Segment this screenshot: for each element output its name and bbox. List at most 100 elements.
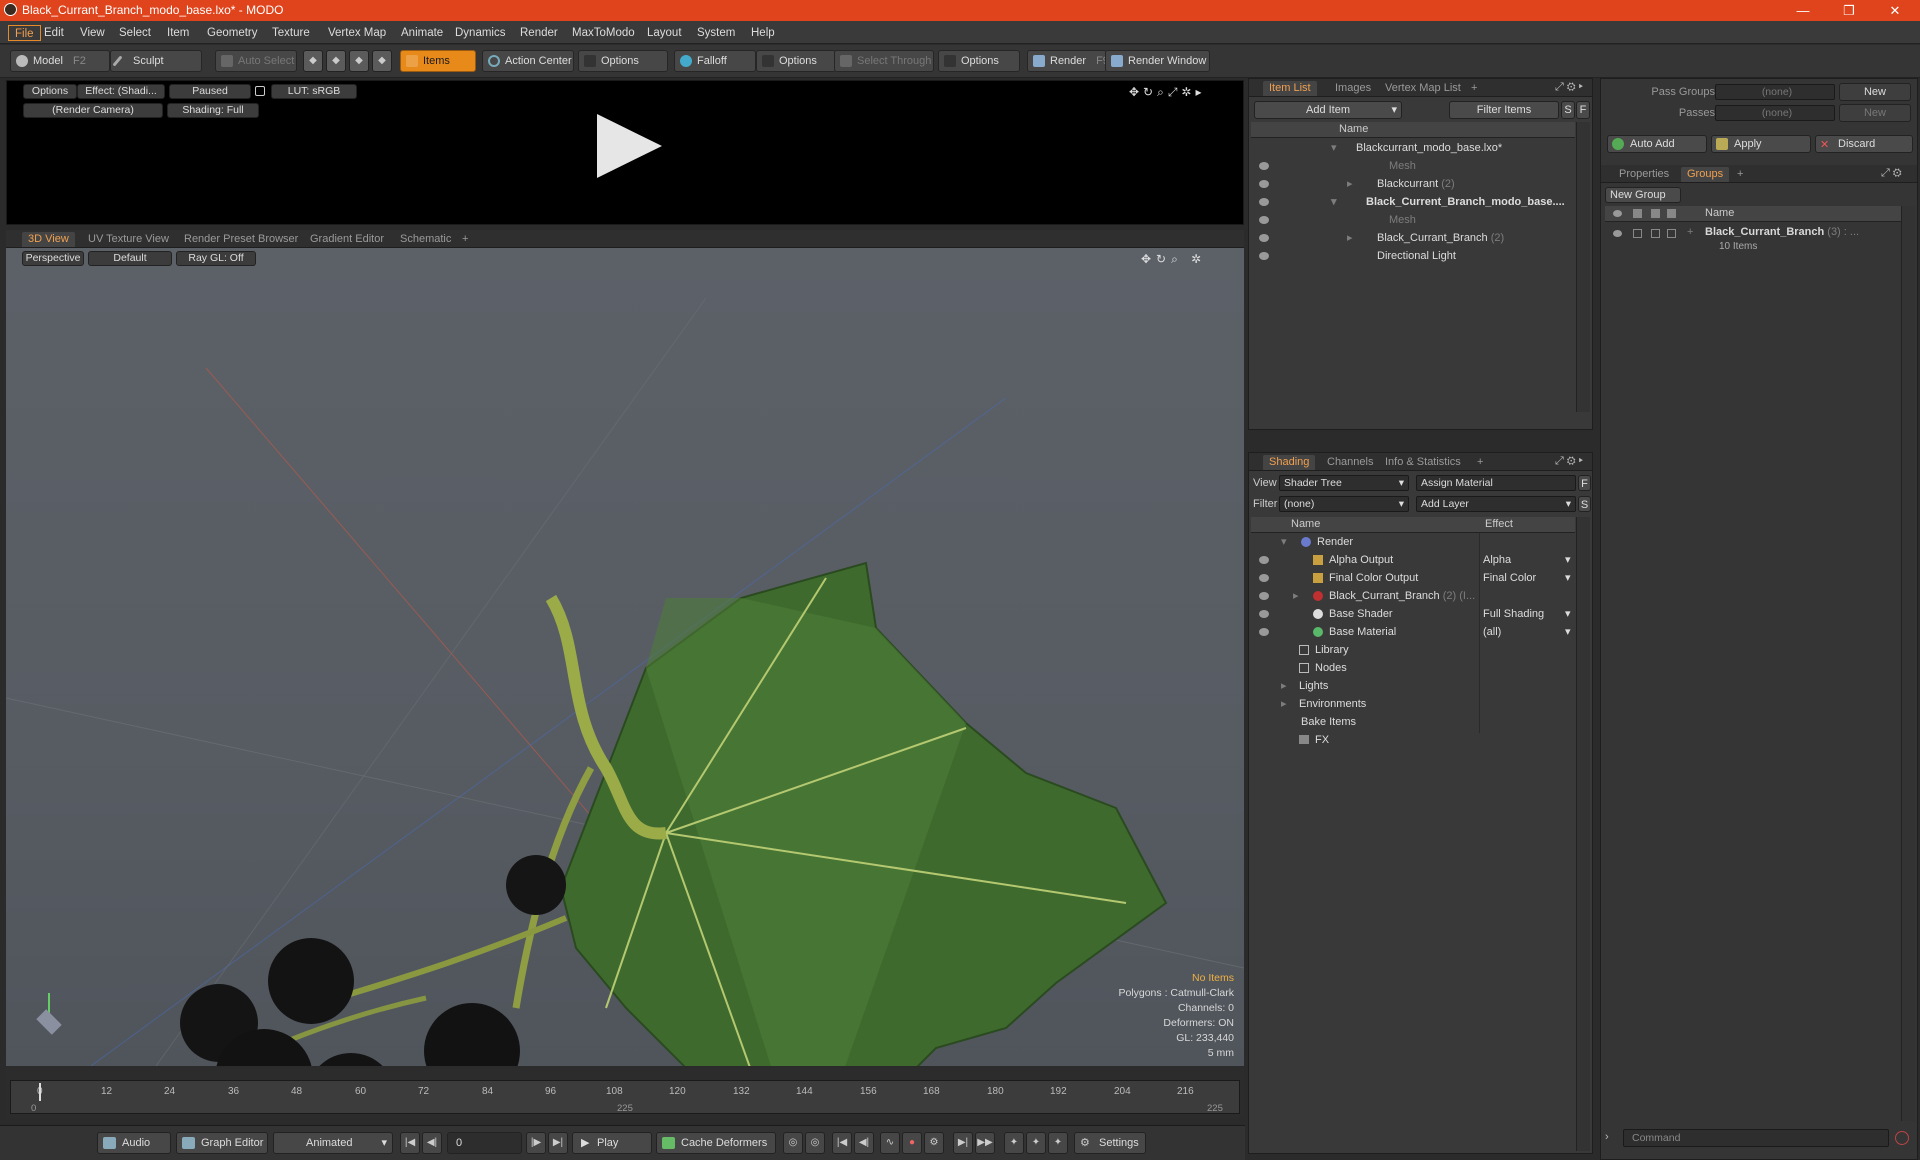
perspective-dropdown[interactable]: Perspective [22,251,84,266]
polygons-mode-icon[interactable]: ◆ [349,50,369,72]
tree-row-mesh[interactable]: Mesh [1251,157,1575,175]
tree-row-branch[interactable]: ▸ Black_Currant_Branch (2) [1251,229,1575,247]
curve-icon[interactable]: ∿ [880,1132,900,1154]
edges-mode-icon[interactable]: ◆ [326,50,346,72]
eye-icon[interactable] [1259,198,1269,206]
tab-images[interactable]: Images [1329,81,1377,96]
preview-effect-dropdown[interactable]: Effect: (Shadi... [77,84,165,99]
auto-key-icon[interactable]: ⚙ [924,1132,944,1154]
menu-item[interactable]: Item [161,25,195,41]
play-button[interactable]: ▶ Play [572,1132,652,1154]
key-all-icon[interactable]: ◎ [805,1132,825,1154]
settings-button[interactable]: ⚙ Settings [1074,1132,1146,1154]
group-row[interactable]: + Black_Currant_Branch (3) : ... 10 Item… [1605,224,1901,256]
command-input[interactable]: Command [1623,1129,1889,1147]
tool-c-icon[interactable]: ✦ [1048,1132,1068,1154]
cache-deformers-button[interactable]: Cache Deformers [656,1132,776,1154]
eye-icon[interactable] [1613,230,1622,237]
viewport-3d[interactable]: Perspective Default Ray GL: Off ✥↻⌕ ✲ No… [6,248,1244,1066]
first-frame-icon[interactable]: |◀ [400,1132,420,1154]
shader-row-bake-items[interactable]: Bake Items [1251,713,1575,731]
new-pass-group-button[interactable]: New [1839,83,1911,101]
select-through-button[interactable]: Select Through [834,50,934,72]
tree-row-scene[interactable]: ▾ Blackcurrant_modo_base.lxo* [1251,139,1575,157]
next-key-icon[interactable]: |▶ [526,1132,546,1154]
effect-value[interactable]: (all) [1483,623,1501,641]
preview-options-button[interactable]: Options [23,84,77,99]
add-layer-dropdown[interactable]: Add Layer ▾ [1416,496,1576,512]
falloff-options-button[interactable]: Options [756,50,836,72]
filter-dropdown[interactable]: (none) ▾ [1279,496,1409,512]
item-s-button[interactable]: S [1561,101,1575,119]
eye-icon[interactable] [1259,180,1269,188]
item-f-button[interactable]: F [1576,101,1590,119]
menu-dynamics[interactable]: Dynamics [449,25,511,41]
add-item-button[interactable]: Add Item ▾ [1254,101,1402,119]
audio-button[interactable]: Audio [97,1132,171,1154]
raygl-dropdown[interactable]: Ray GL: Off [176,251,256,266]
tab-uv-texture-view[interactable]: UV Texture View [82,232,175,247]
lock-icon[interactable] [255,86,265,96]
shader-row-branch-material[interactable]: ▸ Black_Currant_Branch (2) (I... [1251,587,1575,605]
tab-schematic[interactable]: Schematic [394,232,457,247]
add-tab-button[interactable]: + [1471,455,1489,470]
menu-vertex-map[interactable]: Vertex Map [322,25,392,41]
materials-mode-icon[interactable]: ◆ [372,50,392,72]
add-tab-button[interactable]: + [1731,167,1749,182]
tab-channels[interactable]: Channels [1321,455,1379,470]
eye-icon[interactable] [1259,610,1269,618]
select-icon[interactable] [1667,229,1676,238]
camera-dropdown[interactable]: (Render Camera) [23,103,163,118]
restore-button[interactable]: ❐ [1826,1,1872,20]
groups-scrollbar[interactable] [1901,206,1915,1121]
shader-row-library[interactable]: Library [1251,641,1575,659]
menu-file[interactable]: File [8,25,41,41]
playhead[interactable] [39,1083,41,1101]
menu-geometry[interactable]: Geometry [201,25,264,41]
shader-row-alpha-output[interactable]: Alpha Output Alpha ▾ [1251,551,1575,569]
eye-icon[interactable] [1259,556,1269,564]
shader-row-base-shader[interactable]: Base Shader Full Shading ▾ [1251,605,1575,623]
items-mode-button[interactable]: Items [400,50,476,72]
eye-icon[interactable] [1259,592,1269,600]
effect-value[interactable]: Full Shading [1483,605,1544,623]
lut-dropdown[interactable]: LUT: sRGB [271,84,357,99]
shader-row-nodes[interactable]: Nodes [1251,659,1575,677]
skip-forward-icon[interactable]: ▶▶ [975,1132,995,1154]
menu-render[interactable]: Render [514,25,564,41]
chevron-down-icon[interactable]: ▾ [1565,623,1571,641]
skip-back-icon[interactable]: |◀ [832,1132,852,1154]
assign-material-button[interactable]: Assign Material [1416,475,1576,491]
last-frame-icon[interactable]: ▶| [548,1132,568,1154]
new-pass-button[interactable]: New [1839,104,1911,122]
preview-nav-icons[interactable]: ✥↻⌕⤢✲▸ [1129,85,1206,100]
panel-expand-icon[interactable]: ⤢⚙▸ [1555,455,1586,468]
chevron-down-icon[interactable]: ▾ [1565,605,1571,623]
shading-dropdown[interactable]: Shading: Full [167,103,259,118]
shader-row-environments[interactable]: ▸ Environments [1251,695,1575,713]
eye-icon[interactable] [1259,234,1269,242]
eye-icon[interactable] [1259,628,1269,636]
select-options-button[interactable]: Options [938,50,1020,72]
passes-dropdown[interactable]: (none) [1715,105,1835,121]
add-tab-button[interactable]: + [1465,81,1483,96]
effect-value[interactable]: Alpha [1483,551,1511,569]
tab-gradient-editor[interactable]: Gradient Editor [304,232,390,247]
tree-row-light[interactable]: Directional Light [1251,247,1575,265]
eye-icon[interactable] [1259,574,1269,582]
preview-paused-button[interactable]: Paused [169,84,251,99]
shader-tree-scrollbar[interactable] [1576,517,1590,1151]
chevron-down-icon[interactable]: ▾ [1565,569,1571,587]
menu-edit[interactable]: Edit [38,25,70,41]
render-window-button[interactable]: Render Window [1105,50,1210,72]
eye-icon[interactable] [1259,162,1269,170]
close-button[interactable]: ✕ [1872,1,1918,20]
menu-layout[interactable]: Layout [641,25,688,41]
chevron-down-icon[interactable]: ▾ [1565,551,1571,569]
tab-render-preset-browser[interactable]: Render Preset Browser [178,232,304,247]
shading-s-button[interactable]: S [1578,496,1591,512]
panel-expand-icon[interactable]: ⤢⚙ [1881,167,1905,180]
model-mode-button[interactable]: Model F2 [10,50,110,72]
tree-row-blackcurrant[interactable]: ▸ Blackcurrant (2) [1251,175,1575,193]
effect-value[interactable]: Final Color [1483,569,1536,587]
